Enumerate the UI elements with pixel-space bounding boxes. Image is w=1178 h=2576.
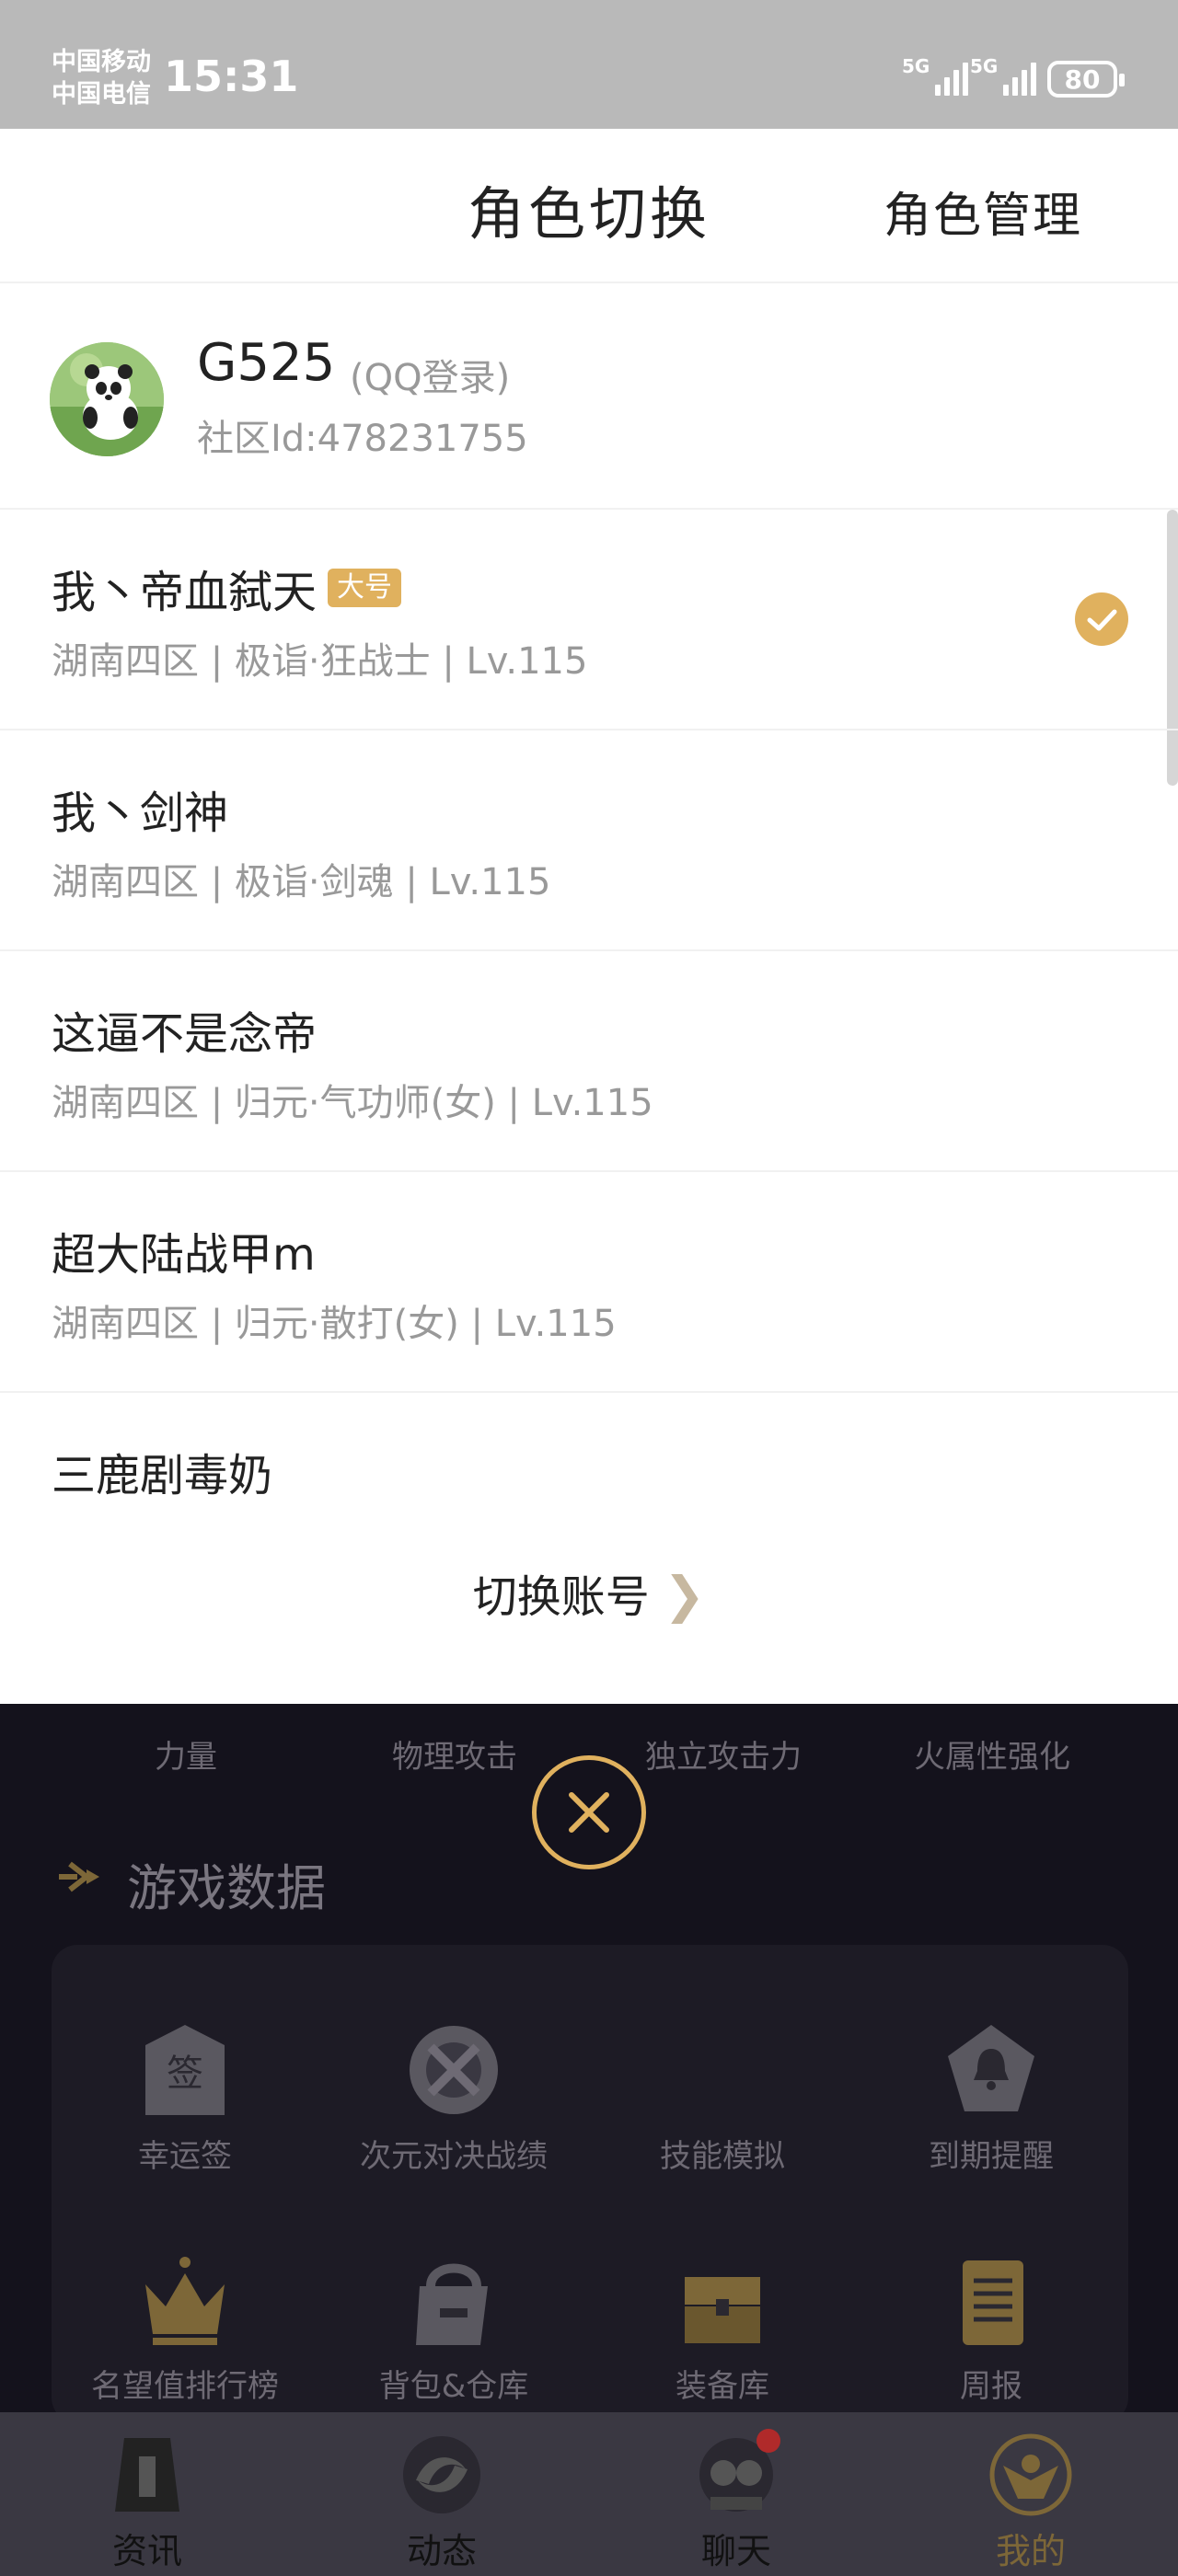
account-name: G525 <box>197 333 336 393</box>
role-item[interactable]: 我丶帝血弑天 大号 湖南四区 | 极诣·狂战士 | Lv.115 <box>0 510 1178 730</box>
close-icon <box>569 1792 609 1833</box>
tool-dimension-duel[interactable]: 次元对决战绩 <box>320 2015 587 2176</box>
tab-news[interactable]: 资讯 <box>0 2412 294 2576</box>
close-button[interactable] <box>532 1755 646 1869</box>
battery-level: 80 <box>1064 63 1101 95</box>
role-item[interactable]: 超大陆战甲m 湖南四区 | 归元·散打(女) | Lv.115 <box>0 1172 1178 1393</box>
account-card: G525 (QQ登录) 社区Id:478231755 <box>0 283 1178 510</box>
tool-expiry-reminder[interactable]: 到期提醒 <box>858 2015 1125 2176</box>
main-account-badge: 大号 <box>328 569 402 607</box>
dimension-duel-icon <box>398 2015 509 2125</box>
login-type: (QQ登录) <box>350 357 511 399</box>
scroll-icon <box>936 2245 1046 2355</box>
tool-equipment[interactable]: 装备库 <box>589 2245 856 2406</box>
role-item[interactable]: 这逼不是念帝 湖南四区 | 归元·气功师(女) | Lv.115 <box>0 951 1178 1172</box>
switch-account-button[interactable]: 切换账号 ❯ <box>0 1560 1178 1625</box>
role-name: 我丶剑神 <box>52 788 229 839</box>
role-name: 我丶帝血弑天 <box>52 567 318 618</box>
carrier-2: 中国电信 <box>52 80 151 109</box>
check-icon <box>1075 592 1128 646</box>
role-manage-button[interactable]: 角色管理 <box>884 177 1082 246</box>
tab-chat[interactable]: 聊天 <box>589 2412 884 2576</box>
tool-skill-sim[interactable]: 技能模拟 <box>589 2015 856 2176</box>
switch-account-area: 切换账号 ❯ <box>0 1496 1178 1704</box>
section-title: 游戏数据 <box>127 1859 326 1917</box>
avatar[interactable] <box>50 342 164 456</box>
arrow-sparkle-icon <box>52 1849 107 1908</box>
tool-lucky-sign[interactable]: 签 幸运签 <box>52 2015 318 2176</box>
bottom-tab-bar: 资讯 动态 聊天 我的 <box>0 2412 1178 2576</box>
treasure-chest-icon <box>667 2245 778 2355</box>
tools-grid: 签 幸运签 次元对决战绩 技能模拟 到期提醒 名望值排行榜 背包&仓库 装备库 … <box>52 1945 1128 2423</box>
signal-icon: 5G <box>902 55 969 96</box>
role-info: 湖南四区 | 归元·气功师(女) | Lv.115 <box>52 1082 653 1124</box>
bell-icon <box>936 2015 1046 2125</box>
carrier-names: 中国移动 中国电信 <box>52 46 151 110</box>
tool-backpack[interactable]: 背包&仓库 <box>320 2245 587 2406</box>
role-info: 湖南四区 | 极诣·剑魂 | Lv.115 <box>52 861 551 903</box>
role-item[interactable]: 三鹿剧毒奶 <box>0 1393 1178 1496</box>
community-id: 社区Id:478231755 <box>197 418 528 460</box>
status-bar: 中国移动 中国电信 15:31 5G 5G 80 <box>0 0 1178 129</box>
backpack-icon <box>398 2245 509 2355</box>
status-time: 15:31 <box>164 52 299 101</box>
carrier-1: 中国移动 <box>52 48 151 76</box>
attr-label: 火属性强化 <box>914 1739 1070 1776</box>
role-name: 超大陆战甲m <box>52 1229 316 1281</box>
feed-icon <box>391 2425 492 2524</box>
crown-icon <box>130 2245 240 2355</box>
role-switch-sheet: 角色切换 角色管理 G525 (QQ登录) 社区Id:478231755 我丶帝… <box>0 129 1178 1704</box>
role-info: 湖南四区 | 极诣·狂战士 | Lv.115 <box>52 640 588 683</box>
tab-mine[interactable]: 我的 <box>884 2412 1178 2576</box>
role-name: 这逼不是念帝 <box>52 1008 318 1060</box>
tab-feed[interactable]: 动态 <box>294 2412 589 2576</box>
sheet-header: 角色切换 角色管理 <box>0 129 1178 283</box>
battery-icon: 80 <box>1047 61 1125 98</box>
role-item[interactable]: 我丶剑神 湖南四区 | 极诣·剑魂 | Lv.115 <box>0 730 1178 951</box>
role-name: 三鹿剧毒奶 <box>52 1450 273 1496</box>
tool-weekly-report[interactable]: 周报 <box>858 2245 1125 2406</box>
signal-icon: 5G <box>970 55 1037 96</box>
lucky-sign-icon: 签 <box>130 2015 240 2125</box>
notification-dot <box>756 2429 780 2453</box>
skill-sim-icon <box>667 2015 778 2125</box>
role-list[interactable]: 我丶帝血弑天 大号 湖南四区 | 极诣·狂战士 | Lv.115 我丶剑神 湖南… <box>0 510 1178 1496</box>
svg-text:签: 签 <box>167 2053 203 2095</box>
chevron-right-icon: ❯ <box>664 1566 706 1624</box>
tool-fame-ranking[interactable]: 名望值排行榜 <box>52 2245 318 2406</box>
attr-label: 力量 <box>155 1739 217 1776</box>
role-info: 湖南四区 | 归元·散打(女) | Lv.115 <box>52 1303 617 1345</box>
news-icon <box>97 2425 198 2524</box>
mine-icon <box>980 2425 1081 2524</box>
